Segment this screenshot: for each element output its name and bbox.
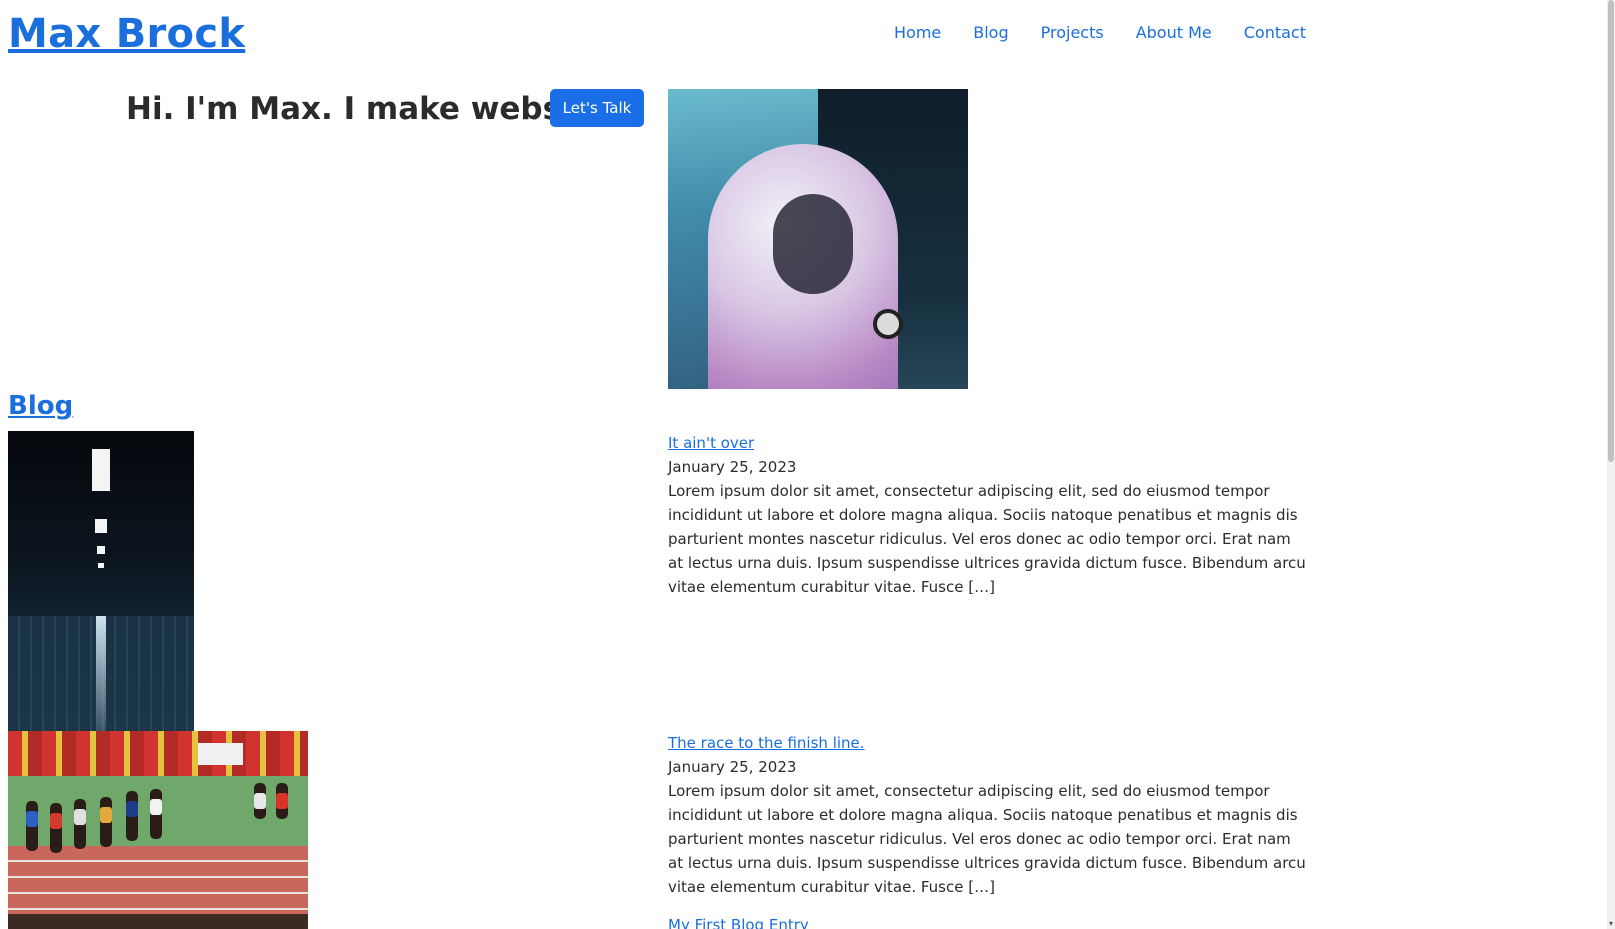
race-banner [198,743,243,765]
nav-item-contact[interactable]: Contact [1244,22,1306,44]
tunnel-reflection [96,616,106,731]
lets-talk-button[interactable]: Let's Talk [550,89,644,127]
site-title-link[interactable]: Max Brock [8,10,245,58]
nav-item-projects[interactable]: Projects [1041,22,1104,44]
post-date: January 25, 2023 [668,758,797,776]
post-date: January 25, 2023 [668,458,797,476]
post-excerpt: Lorem ipsum dolor sit amet, consectetur … [668,482,1306,596]
post-title-link[interactable]: The race to the finish line. [668,731,1308,755]
race-runner [26,801,38,851]
post-thumbnail-race[interactable] [8,731,308,929]
nav-item-about-me[interactable]: About Me [1136,22,1212,44]
hero-image-hooded-figure [668,89,968,389]
race-stands [8,731,308,776]
race-runner [74,799,86,849]
scrollbar-thumb[interactable] [1608,0,1614,462]
main-nav: Home Blog Projects About Me Contact [894,22,1306,44]
tunnel-light [97,546,105,554]
post-excerpt: Lorem ipsum dolor sit amet, consectetur … [668,782,1306,896]
tunnel-light [95,519,107,533]
post-title-link[interactable]: My First Blog Entry [668,913,1308,929]
race-track [8,846,308,914]
blog-post: It ain't over January 25, 2023 Lorem ips… [668,431,1308,599]
tunnel-light [98,563,104,568]
race-runner [50,803,62,853]
race-official [276,783,288,819]
post-title-link[interactable]: It ain't over [668,431,1308,455]
nav-item-blog[interactable]: Blog [973,22,1008,44]
hero-image-face-shadow [773,194,853,294]
nav-item-home[interactable]: Home [894,22,941,44]
vertical-scrollbar[interactable]: ▾ [1607,0,1615,929]
tunnel-light [92,449,110,491]
page: Max Brock Home Blog Projects About Me Co… [0,0,1615,929]
scroll-down-arrow-icon[interactable]: ▾ [1607,919,1615,929]
race-official [254,783,266,819]
race-runner [126,791,138,841]
post-thumbnail-tunnel[interactable] [8,431,194,731]
blog-post: My First Blog Entry [668,913,1308,929]
hero-image-watch [873,309,903,339]
race-runner [150,789,162,839]
blog-heading-link[interactable]: Blog [8,388,73,424]
race-runner [100,797,112,847]
race-next-image-edge [8,914,308,929]
blog-post: The race to the finish line. January 25,… [668,731,1308,899]
